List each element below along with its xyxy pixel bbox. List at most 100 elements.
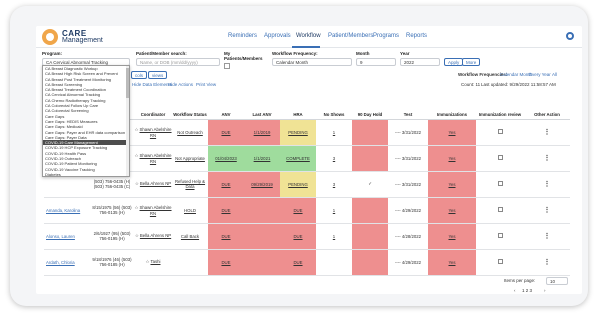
pager-prev[interactable]: ‹ [514, 288, 516, 293]
last-anv-cell[interactable] [244, 249, 280, 276]
hide-data-elements-link[interactable]: Hide Data Elements [132, 82, 172, 87]
coordinator-cell[interactable]: ☆ Tashi [134, 249, 172, 276]
no-shows-cell[interactable]: 1 [316, 223, 352, 250]
more-vertical-icon[interactable]: ⋮ [544, 259, 551, 266]
coordinator-cell[interactable]: ☆ Shawn Abelshire RN [134, 145, 172, 172]
other-action-cell[interactable]: ⋮ [524, 197, 570, 224]
hra-cell[interactable]: DUE [280, 223, 316, 250]
nav-programs[interactable]: Programs [373, 33, 399, 39]
coordinator-cell[interactable]: ☆ Bella Ahrens NP [134, 223, 172, 250]
immunization-link[interactable]: Yes [448, 182, 455, 187]
pager-next[interactable]: › [544, 288, 546, 293]
apply-button[interactable]: Apply [444, 58, 464, 66]
my-patients-checkbox[interactable] [224, 63, 230, 69]
review-checkbox[interactable] [497, 155, 503, 160]
no-shows-cell[interactable]: 1 [316, 119, 352, 146]
last-anv-cell[interactable]: 1/1/2021 [244, 145, 280, 172]
anv-cell[interactable]: DUE [208, 223, 244, 250]
more-vertical-icon[interactable]: ⋮ [544, 129, 551, 136]
last-anv-link[interactable]: 09/29/2019 [251, 182, 273, 187]
col-header[interactable]: ANV [208, 101, 244, 120]
print-view-link[interactable]: Print View [196, 82, 216, 87]
freq-all[interactable]: All [552, 72, 557, 77]
hold-cell[interactable] [352, 145, 388, 172]
more-vertical-icon[interactable]: ⋮ [544, 155, 551, 162]
hra-link[interactable]: DUE [293, 234, 302, 239]
gear-icon[interactable] [566, 32, 574, 40]
no-shows-link[interactable]: 1 [333, 234, 335, 239]
freq-every-year[interactable]: Every Year [529, 72, 551, 77]
immunization-review-cell[interactable] [476, 171, 524, 198]
nav-workflow[interactable]: Workflow [296, 33, 321, 39]
more-button[interactable]: More [462, 58, 481, 66]
immunizations-cell[interactable]: Yes [428, 249, 476, 276]
cols-button[interactable]: cols [131, 71, 148, 79]
star-icon[interactable]: ☆ [135, 181, 139, 186]
coordinator-link[interactable]: Bella Ahrens NP [140, 233, 171, 238]
more-vertical-icon[interactable]: ⋮ [544, 181, 551, 188]
hold-cell[interactable] [352, 223, 388, 250]
dropdown-option[interactable]: CA Breast High Risk Screen and Prevent [43, 71, 129, 76]
nav-reminders[interactable]: Reminders [228, 33, 257, 39]
immunization-review-cell[interactable] [476, 197, 524, 224]
status-link[interactable]: Not Outreach [177, 130, 203, 135]
nav-reports[interactable]: Reports [406, 33, 427, 39]
pager-pages[interactable]: 1 2 3 [522, 288, 532, 293]
immunizations-cell[interactable]: Yes [428, 145, 476, 172]
workflow-status-cell[interactable]: Not Outreach [172, 119, 208, 146]
anv-link[interactable]: DUE [221, 182, 230, 187]
no-shows-cell[interactable]: 3 [316, 145, 352, 172]
frequency-select[interactable]: Calendar Month [272, 58, 352, 66]
coordinator-link[interactable]: Shawn Abelshire RN [140, 127, 172, 138]
last-anv-cell[interactable]: 1/1/2019 [244, 119, 280, 146]
last-anv-cell[interactable] [244, 223, 280, 250]
status-link[interactable]: Not Appropriate [175, 156, 205, 161]
star-icon[interactable]: ☆ [145, 259, 149, 264]
patient-name-link[interactable]: Alonso, Lauren [44, 223, 90, 250]
status-link[interactable]: Refused Help & Data [175, 179, 205, 189]
anv-link[interactable]: DUE [221, 208, 230, 213]
workflow-status-cell[interactable]: Not Appropriate [172, 145, 208, 172]
coordinator-link[interactable]: Tashi [150, 259, 160, 264]
nav-patient-members[interactable]: Patient/Members [328, 33, 373, 39]
hra-cell[interactable]: PENDING [280, 119, 316, 146]
coordinator-cell[interactable]: ☆ Bella Ahrens NP [134, 171, 172, 198]
no-shows-link[interactable]: 3 [333, 156, 335, 161]
review-checkbox[interactable] [497, 181, 503, 186]
coordinator-cell[interactable]: ☆ Shawn Abelshire RN [134, 197, 172, 224]
anv-link[interactable]: DUE [221, 260, 230, 265]
hold-cell[interactable] [352, 197, 388, 224]
other-action-cell[interactable]: ⋮ [524, 145, 570, 172]
immunization-link[interactable]: Yes [448, 234, 455, 239]
patient-name-link[interactable]: Amanda, Karolina [44, 197, 90, 224]
table-row[interactable]: Ardath, Chloria 9/18/1976 (46) (503) 756-… [44, 249, 570, 276]
immunization-review-cell[interactable] [476, 223, 524, 250]
status-link[interactable]: HOLD [184, 208, 196, 213]
immunization-review-cell[interactable] [476, 119, 524, 146]
table-row[interactable]: Amanda, Karolina 8/15/1975 (56) (503) 756… [44, 197, 570, 224]
anv-cell[interactable]: DUE [208, 197, 244, 224]
hra-link[interactable]: DUE [293, 260, 302, 265]
other-action-cell[interactable]: ⋮ [524, 171, 570, 198]
anv-link[interactable]: DUE [221, 234, 230, 239]
no-shows-link[interactable]: 3 [333, 182, 335, 187]
month-select[interactable]: 9 [356, 58, 396, 66]
other-action-cell[interactable]: ⋮ [524, 249, 570, 276]
workflow-status-cell[interactable]: Refused Help & Data [172, 171, 208, 198]
hold-cell[interactable] [352, 119, 388, 146]
no-shows-cell[interactable] [316, 249, 352, 276]
coordinator-link[interactable]: Bella Ahrens NP [140, 181, 171, 186]
hra-cell[interactable]: DUE [280, 197, 316, 224]
last-anv-link[interactable]: 1/1/2019 [254, 130, 271, 135]
immunization-link[interactable]: Yes [448, 208, 455, 213]
coordinator-cell[interactable]: ☆ Shawn Abelshire RN [134, 119, 172, 146]
dropdown-option[interactable]: Diabetes [43, 172, 129, 176]
workflow-status-cell[interactable] [172, 249, 208, 276]
hra-cell[interactable]: DUE [280, 249, 316, 276]
immunizations-cell[interactable]: Yes [428, 171, 476, 198]
nav-approvals[interactable]: Approvals [264, 33, 291, 39]
workflow-status-cell[interactable]: Call Back [172, 223, 208, 250]
coordinator-link[interactable]: Shawn Abelshire RN [140, 153, 172, 164]
col-header[interactable]: Other Action [524, 101, 570, 120]
star-icon[interactable]: ☆ [134, 153, 138, 158]
